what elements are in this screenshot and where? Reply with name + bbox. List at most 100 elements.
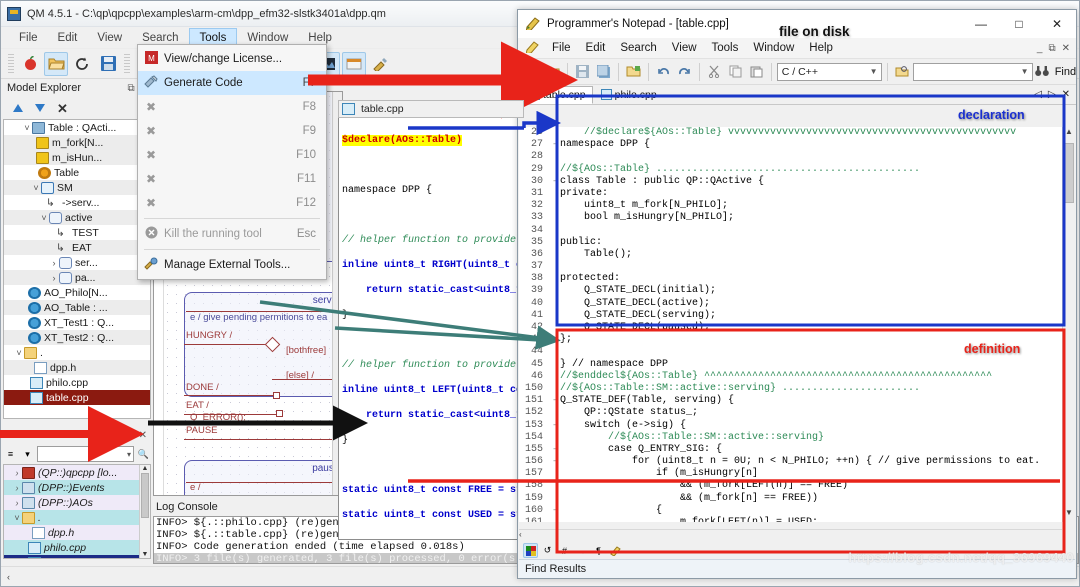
- move-up-icon[interactable]: [13, 104, 23, 112]
- save-icon[interactable]: [96, 52, 120, 76]
- list-item-selected[interactable]: table.cpp: [4, 555, 150, 559]
- menu-item-view-license[interactable]: M View/change License...: [138, 47, 326, 71]
- toolbar-grip[interactable]: [8, 54, 14, 74]
- qm-menu-edit[interactable]: Edit: [48, 29, 88, 47]
- open-model-icon[interactable]: [44, 52, 68, 76]
- state-box-paused[interactable]: paused: [184, 460, 343, 496]
- scheme-select[interactable]: C / C++ ▼: [777, 63, 882, 81]
- tree-row[interactable]: ↳->serv...: [4, 195, 150, 210]
- open-file-icon[interactable]: [543, 62, 562, 82]
- tree-row[interactable]: m_fork[N...: [4, 135, 150, 150]
- list-item[interactable]: philo.cpp: [4, 540, 150, 555]
- tree-row[interactable]: XT_Test2 : Q...: [4, 330, 150, 345]
- mdi-restore-icon[interactable]: ⧉: [1048, 43, 1055, 54]
- color-icon[interactable]: [523, 543, 538, 558]
- prev-tab-icon[interactable]: ◁: [1034, 89, 1042, 100]
- export-icon[interactable]: [342, 52, 366, 76]
- editor-scrollbar-horizontal[interactable]: ‹: [519, 529, 1062, 542]
- tools-dropdown-menu[interactable]: M View/change License... Generate Code F…: [137, 44, 327, 280]
- find-button-label[interactable]: Find: [1052, 66, 1076, 78]
- model-search-results[interactable]: ›(QP::)qpcpp [lo... ›(DPP::)Events ›(DPP…: [3, 464, 151, 559]
- new-project-icon[interactable]: [624, 62, 643, 82]
- qm-code-editor[interactable]: $declare(AOs::Table) namespace DPP { // …: [338, 100, 524, 540]
- new-file-icon[interactable]: [522, 62, 541, 82]
- external-tools-icon[interactable]: [368, 52, 392, 76]
- list-item[interactable]: ›(QP::)qpcpp [lo...: [4, 465, 150, 480]
- transition-handle[interactable]: [273, 392, 280, 399]
- scroll-up-icon[interactable]: ▲: [1063, 127, 1075, 141]
- refresh-icon[interactable]: ↺: [540, 543, 555, 558]
- tree-row[interactable]: AO_Philo[N...: [4, 285, 150, 300]
- pn-menu-view[interactable]: View: [665, 40, 704, 56]
- redo-icon[interactable]: [675, 62, 694, 82]
- tree-row[interactable]: dpp.h: [4, 360, 150, 375]
- filter-icon[interactable]: ≡: [3, 447, 18, 462]
- toolbar-grip-2[interactable]: [124, 54, 130, 74]
- tree-row[interactable]: XT_Test1 : Q...: [4, 315, 150, 330]
- tab-philo-cpp[interactable]: philo.cpp: [595, 86, 663, 104]
- qm-code-tab-table-cpp[interactable]: table.cpp: [338, 100, 524, 118]
- tree-row[interactable]: ˅active: [4, 210, 150, 225]
- scroll-down-icon[interactable]: ▼: [1063, 508, 1075, 522]
- list-item[interactable]: dpp.h: [4, 525, 150, 540]
- qm-code-text[interactable]: $declare(AOs::Table) namespace DPP { // …: [339, 119, 523, 539]
- maximize-icon[interactable]: □: [1000, 10, 1038, 38]
- binoculars-icon[interactable]: [1035, 62, 1050, 82]
- find-folder-icon[interactable]: [892, 62, 911, 82]
- mdi-minimize-icon[interactable]: _: [1037, 43, 1043, 54]
- list-item[interactable]: ›(DPP::)AOs: [4, 495, 150, 510]
- tree-row[interactable]: m_isHun...: [4, 150, 150, 165]
- save-icon[interactable]: [573, 62, 592, 82]
- close-panel-icon[interactable]: ✕: [139, 430, 147, 441]
- editor-scrollbar-vertical[interactable]: ▲ ▼: [1062, 127, 1075, 522]
- scrollbar-thumb[interactable]: [1064, 143, 1074, 203]
- menu-item-generate-code[interactable]: Generate Code F7: [138, 71, 326, 95]
- tree-row[interactable]: ˅.: [4, 345, 150, 360]
- new-model-icon[interactable]: [18, 52, 42, 76]
- delete-icon[interactable]: ✕: [57, 102, 68, 115]
- model-search-input[interactable]: ▾: [37, 446, 134, 462]
- pn-menu-file[interactable]: File: [545, 40, 578, 56]
- tree-row-selected[interactable]: table.cpp: [4, 390, 150, 405]
- undock-icon[interactable]: ⧉: [127, 83, 134, 94]
- pn-menu-tools[interactable]: Tools: [705, 40, 746, 56]
- cut-icon[interactable]: [705, 62, 724, 82]
- qm-menu-file[interactable]: File: [9, 29, 48, 47]
- tree-row[interactable]: Table: [4, 165, 150, 180]
- pn-menu-edit[interactable]: Edit: [579, 40, 613, 56]
- tree-row[interactable]: ›pa...: [4, 270, 150, 285]
- copy-icon[interactable]: [726, 62, 745, 82]
- pn-code-editor[interactable]: 26 //$declare${AOs::Table} vvvvvvvvvvvvv…: [519, 127, 1075, 522]
- save-all-icon[interactable]: [594, 62, 613, 82]
- mdi-close-icon[interactable]: ✕: [1062, 43, 1070, 54]
- search-icon[interactable]: 🔍: [136, 447, 151, 462]
- transition-handle[interactable]: [276, 410, 283, 417]
- tree-row[interactable]: ↳EAT: [4, 240, 150, 255]
- tree-row[interactable]: ˅Table : QActi...: [4, 120, 150, 135]
- qm-menu-view[interactable]: View: [87, 29, 132, 47]
- next-tab-icon[interactable]: ▷: [1048, 89, 1056, 100]
- pn-menu-search[interactable]: Search: [613, 40, 663, 56]
- hash-icon[interactable]: #: [557, 543, 572, 558]
- list-item[interactable]: ˅.: [4, 510, 150, 525]
- model-explorer-tree[interactable]: ˅Table : QActi... m_fork[N... m_isHun...…: [3, 119, 151, 419]
- list-item[interactable]: ›(DPP::)Events: [4, 480, 150, 495]
- indent-icon[interactable]: →: [574, 543, 589, 558]
- tab-table-cpp[interactable]: table.cpp: [522, 86, 593, 104]
- pn-menu-bar[interactable]: File Edit Search View Tools Window Help …: [518, 38, 1076, 59]
- tree-row[interactable]: ↳TEST: [4, 225, 150, 240]
- paste-icon[interactable]: [747, 62, 766, 82]
- minimize-icon[interactable]: —: [962, 10, 1000, 38]
- undo-icon[interactable]: [654, 62, 673, 82]
- close-tab-icon[interactable]: ✕: [1062, 89, 1070, 100]
- filter-dropdown-icon[interactable]: ▾: [20, 447, 35, 462]
- tree-row[interactable]: philo.cpp: [4, 375, 150, 390]
- scrollbar-vertical[interactable]: ▲ ▼: [139, 465, 150, 558]
- close-icon[interactable]: ✕: [1038, 10, 1076, 38]
- pn-menu-window[interactable]: Window: [746, 40, 801, 56]
- paragraph-icon[interactable]: ¶: [591, 543, 606, 558]
- refresh-icon[interactable]: [70, 52, 94, 76]
- tree-row[interactable]: AO_Table : ...: [4, 300, 150, 315]
- tree-row[interactable]: ˅SM: [4, 180, 150, 195]
- highlight-icon[interactable]: [608, 543, 623, 558]
